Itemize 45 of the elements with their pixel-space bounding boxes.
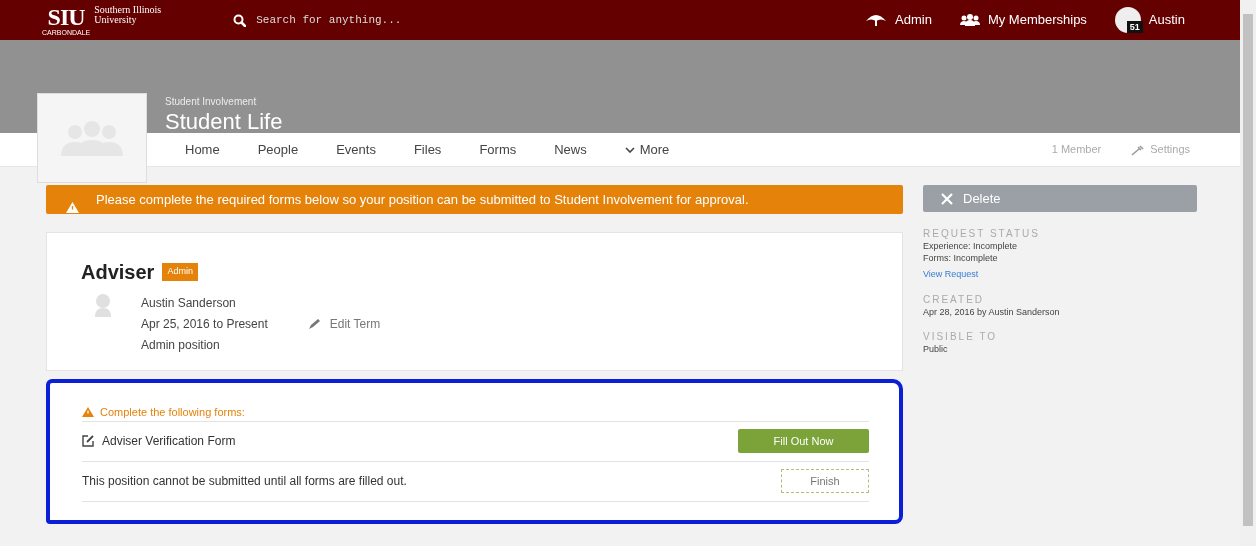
warning-message: Please complete the required forms below so your position can be submitted to Student Involvement for approval. <box>96 192 749 207</box>
role-badge: Admin <box>162 263 198 281</box>
status-text: Experience: Incomplete <box>923 241 1019 253</box>
user-menu[interactable]: 51 Austin <box>1114 7 1185 33</box>
memberships-link[interactable]: My Memberships <box>959 10 1087 30</box>
logo-mark: SIU <box>47 4 85 29</box>
tab-link[interactable]: News <box>554 139 587 160</box>
tab-link[interactable]: Events <box>336 139 376 160</box>
tab-link[interactable]: Files <box>413 139 442 160</box>
person-name: Austin Sanderson <box>141 295 236 313</box>
chevron-down-icon <box>624 146 635 153</box>
status-text: Apr 28, 2016 by Austin Sanderson <box>923 307 1061 320</box>
search-field[interactable]: Search for anything... <box>254 10 475 30</box>
people-icon <box>959 14 980 26</box>
edit-icon <box>82 435 94 448</box>
umbrella-icon <box>865 13 888 27</box>
tab-link[interactable]: Home <box>185 139 220 160</box>
finish-button[interactable]: Finish <box>781 469 869 494</box>
forms-heading: Complete the following forms: <box>100 404 245 420</box>
edit-term-link[interactable]: Edit Term <box>307 315 381 334</box>
admin-link[interactable]: Admin <box>865 10 932 30</box>
tab-link[interactable]: People <box>257 139 299 160</box>
close-icon <box>941 192 953 205</box>
status-text: Public <box>923 344 949 356</box>
position-description: Admin position <box>141 337 220 355</box>
logo-text: University <box>94 14 138 25</box>
warning-icon <box>82 406 94 417</box>
search-icon <box>233 13 247 27</box>
term-dates: Apr 25, 2016 to Present <box>141 316 268 334</box>
settings-icon <box>1131 143 1146 156</box>
pencil-icon <box>307 318 322 331</box>
logo-text: Southern Illinois <box>94 4 162 15</box>
tab-link[interactable]: Forms <box>479 139 517 160</box>
position-title: Adviser <box>81 259 155 285</box>
form-name: Adviser Verification Form <box>82 432 236 451</box>
status-text: Forms: Incomplete <box>923 252 999 265</box>
group-category: Student Involvement <box>165 95 258 109</box>
view-request-link[interactable]: View Request <box>923 268 979 282</box>
submit-notice: This position cannot be submitted until all forms are filled out. <box>82 473 407 491</box>
section-heading: CREATED <box>923 293 986 308</box>
section-heading: VISIBLE TO <box>923 330 999 345</box>
section-heading: REQUEST STATUS <box>923 227 1041 241</box>
group-title: Student Life <box>165 109 283 136</box>
tab-link[interactable]: More <box>624 139 670 160</box>
member-count: 1 Member <box>1051 142 1102 158</box>
